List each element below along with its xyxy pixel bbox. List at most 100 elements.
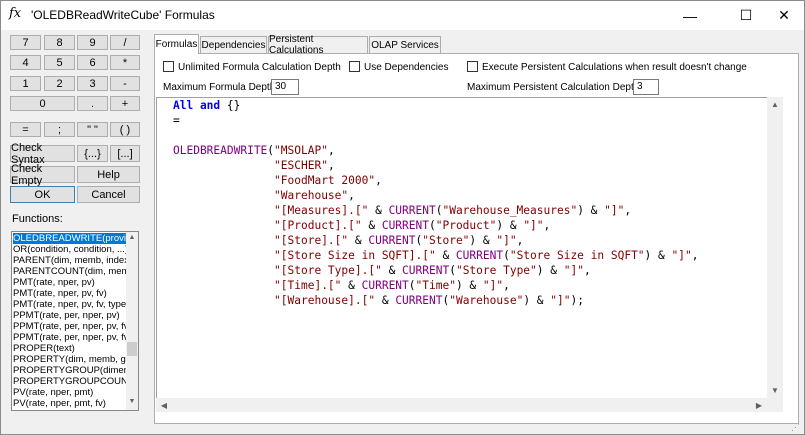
- function-item[interactable]: PROPERTYGROUP(dimen: [13, 365, 127, 376]
- code-token: ,: [624, 204, 632, 217]
- unlimited-depth-label: Unlimited Formula Calculation Depth: [178, 62, 341, 73]
- key-2[interactable]: 2: [44, 76, 75, 91]
- code-token: &: [375, 294, 396, 307]
- key-7[interactable]: 7: [10, 35, 41, 50]
- insert-brackets-button[interactable]: [...]: [110, 145, 140, 162]
- formula-fx-icon: fx: [9, 6, 22, 21]
- code-token: =: [173, 114, 180, 127]
- key-equals[interactable]: =: [10, 122, 41, 137]
- code-token: ,: [327, 144, 335, 157]
- max-persistent-depth-input[interactable]: 3: [633, 79, 659, 95]
- code-token: ) &: [469, 234, 497, 247]
- check-syntax-button[interactable]: Check Syntax: [10, 142, 75, 166]
- key-parentheses[interactable]: ( ): [110, 122, 140, 137]
- tab-persistent-calculations[interactable]: Persistent Calculations: [268, 34, 368, 56]
- function-item[interactable]: PARENT(dim, memb, index: [13, 255, 127, 266]
- scroll-up-arrow-icon[interactable]: ▲: [127, 234, 137, 244]
- function-item[interactable]: PMT(rate, nper, pv): [13, 277, 127, 288]
- function-item-selected[interactable]: OLEDBREADWRITE(provi: [12, 232, 128, 245]
- tab-dependencies[interactable]: Dependencies: [200, 36, 267, 53]
- key-plus[interactable]: +: [110, 96, 140, 111]
- use-dependencies-label: Use Dependencies: [364, 62, 449, 73]
- code-token: CURRENT: [388, 204, 436, 217]
- function-item[interactable]: PPMT(rate, per, nper, pv, fv: [13, 332, 127, 343]
- code-token: "Store": [422, 234, 470, 247]
- function-item[interactable]: OR(condition, condition, ...): [13, 244, 127, 255]
- code-line: "ESCHER",: [173, 158, 698, 173]
- key-9[interactable]: 9: [77, 35, 108, 50]
- function-item[interactable]: PV(rate, nper, pmt, fv): [13, 398, 127, 409]
- key-semicolon[interactable]: ;: [44, 122, 75, 137]
- unlimited-depth-checkbox[interactable]: [163, 61, 174, 72]
- key-8[interactable]: 8: [44, 35, 75, 50]
- function-item[interactable]: PPMT(rate, per, nper, pv, fv: [13, 321, 127, 332]
- key-4[interactable]: 4: [10, 55, 41, 70]
- functions-scroll-thumb[interactable]: [127, 342, 137, 356]
- code-token: "Warehouse_Measures": [442, 204, 578, 217]
- tab-formulas[interactable]: Formulas: [154, 34, 199, 54]
- close-button[interactable]: ✕: [761, 1, 805, 30]
- scroll-down-arrow-icon[interactable]: ▼: [127, 398, 137, 408]
- code-token: ) &: [523, 294, 551, 307]
- function-item[interactable]: PROPERTYGROUPCOUN: [13, 376, 127, 387]
- tab-olap-services[interactable]: OLAP Services: [369, 36, 441, 53]
- functions-scrollbar[interactable]: ▲ ▼: [126, 232, 138, 410]
- code-token: "]": [482, 279, 504, 292]
- code-line: All and {}: [173, 98, 698, 113]
- functions-list[interactable]: OLEDBREADWRITE(provi OR(condition, condi…: [11, 231, 139, 411]
- check-empty-button[interactable]: Check Empty: [10, 163, 75, 187]
- function-item[interactable]: PROPER(text): [13, 343, 127, 354]
- max-formula-depth-input[interactable]: 30: [271, 79, 299, 95]
- key-0[interactable]: 0: [10, 96, 75, 111]
- resize-grip-icon[interactable]: ⋰: [791, 422, 800, 433]
- execute-persistent-checkbox[interactable]: [467, 61, 478, 72]
- help-button[interactable]: Help: [77, 166, 140, 183]
- code-token: "Product": [435, 219, 497, 232]
- key-1[interactable]: 1: [10, 76, 41, 91]
- ok-button[interactable]: OK: [10, 186, 75, 203]
- function-item[interactable]: PARENTCOUNT(dim, mem: [13, 266, 127, 277]
- cancel-button[interactable]: Cancel: [77, 186, 140, 203]
- function-item[interactable]: PV(rate, nper, pmt): [13, 387, 127, 398]
- code-token: &: [341, 279, 362, 292]
- code-token: "[Product].[": [274, 219, 362, 232]
- code-token: "FoodMart 2000": [274, 174, 376, 187]
- function-item[interactable]: PMT(rate, nper, pv, fv, type: [13, 299, 127, 310]
- use-dependencies-checkbox[interactable]: [349, 61, 360, 72]
- editor-scroll-down-icon[interactable]: ▼: [767, 386, 783, 395]
- minimize-button[interactable]: —: [667, 1, 713, 30]
- editor-scroll-up-icon[interactable]: ▲: [767, 100, 783, 109]
- code-line: "[Store Size in SQFT].[" & CURRENT("Stor…: [173, 248, 698, 263]
- code-token: "]": [496, 234, 517, 247]
- code-token: ,: [691, 249, 699, 262]
- code-line: "[Store Type].[" & CURRENT("Store Type")…: [173, 263, 698, 278]
- key-multiply[interactable]: *: [110, 55, 140, 70]
- key-decimal[interactable]: .: [77, 96, 108, 111]
- editor-scroll-left-icon[interactable]: ◀: [156, 401, 172, 410]
- function-item[interactable]: PPMT(rate, per, nper, pv): [13, 310, 127, 321]
- code-token: "[Warehouse].[": [274, 294, 376, 307]
- key-quotes[interactable]: " ": [77, 122, 108, 137]
- function-item[interactable]: PMT(rate, nper, pv, fv): [13, 288, 127, 299]
- editor-vertical-scrollbar[interactable]: ▲ ▼: [767, 97, 783, 398]
- editor-scroll-right-icon[interactable]: ▶: [751, 401, 767, 410]
- max-formula-depth-label: Maximum Formula Depth:: [163, 82, 279, 93]
- key-minus[interactable]: -: [110, 76, 140, 91]
- function-item[interactable]: PROPERTY(dim, memb, gr: [13, 354, 127, 365]
- formula-editor[interactable]: All and {} = OLEDBREADWRITE("MSOLAP", "ESC…: [156, 97, 783, 412]
- code-line: OLEDBREADWRITE("MSOLAP",: [173, 143, 698, 158]
- code-token: &: [381, 264, 403, 277]
- key-3[interactable]: 3: [77, 76, 108, 91]
- editor-horizontal-scrollbar[interactable]: ◀ ▶: [156, 398, 767, 412]
- key-6[interactable]: 6: [77, 55, 108, 70]
- insert-braces-button[interactable]: {...}: [77, 145, 108, 162]
- formulas-dialog: fx 'OLEDBReadWriteCube' Formulas — ☐ ✕ 7…: [0, 0, 805, 435]
- code-token: CURRENT: [395, 294, 443, 307]
- key-divide[interactable]: /: [110, 35, 140, 50]
- code-token: &: [348, 234, 369, 247]
- key-5[interactable]: 5: [44, 55, 75, 70]
